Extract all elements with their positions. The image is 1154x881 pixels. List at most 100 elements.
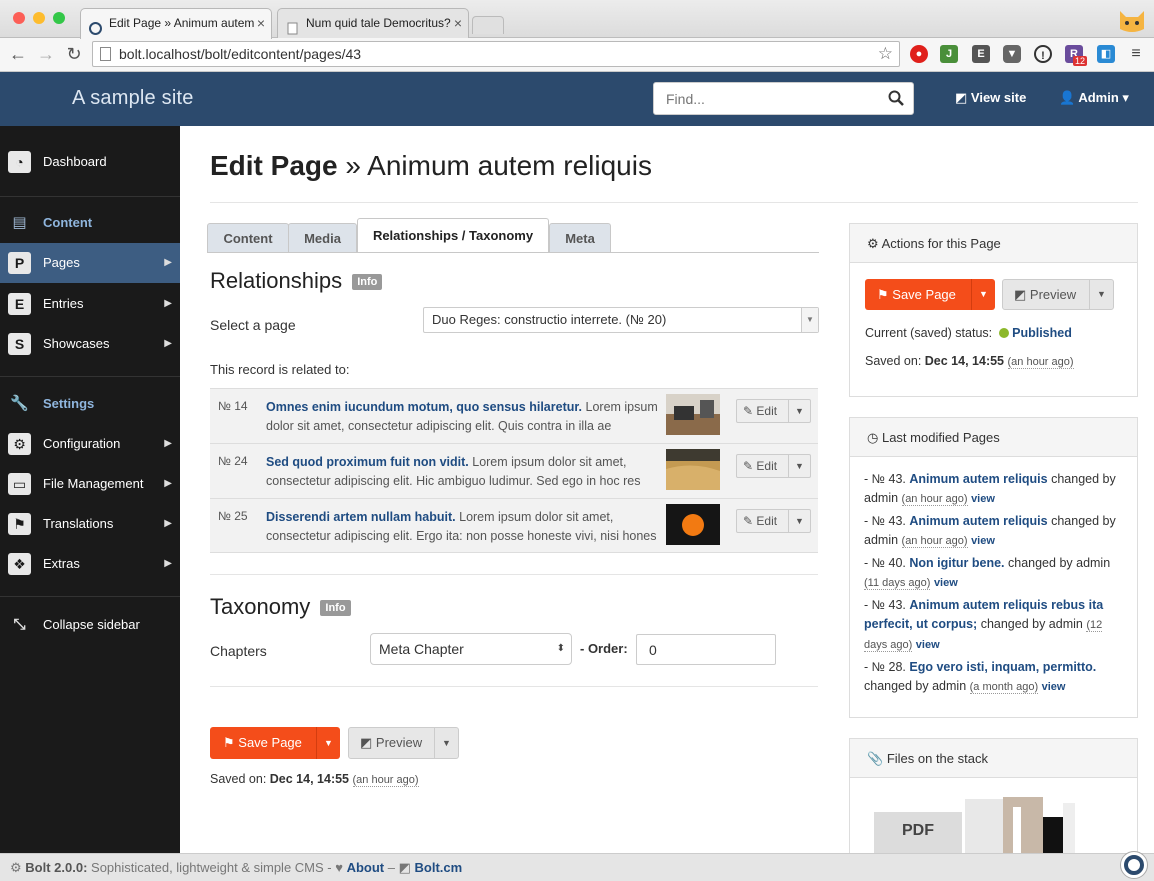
bolt-logo-icon[interactable] <box>1120 851 1148 879</box>
pocket-extension-icon[interactable]: ▼ <box>1003 45 1021 63</box>
preview-button[interactable]: ◩ Preview ▼ <box>348 727 459 759</box>
saved-on-label: Saved on: <box>865 354 922 368</box>
site-title[interactable]: A sample site <box>72 87 194 110</box>
about-link[interactable]: About <box>347 860 385 875</box>
item-title-link[interactable]: Animum autem reliquis <box>909 514 1047 528</box>
chapters-select[interactable]: Meta Chapter ⬍ <box>370 633 572 665</box>
view-link[interactable]: view <box>934 577 958 589</box>
related-title-link[interactable]: Disserendi artem nullam habuit. <box>266 510 456 524</box>
sidebar-item-extras[interactable]: ❖ Extras ▶ <box>0 544 180 584</box>
preview-label: Preview <box>1029 287 1077 302</box>
pdf-file-thumbnail[interactable]: PDF <box>874 812 962 853</box>
menu-hamburger-icon[interactable]: ≡ <box>1124 42 1148 66</box>
extension-green-icon[interactable]: J <box>940 45 958 63</box>
maximize-window-button[interactable] <box>53 12 65 24</box>
admin-menu[interactable]: 👤 Admin ▾ <box>1059 90 1129 106</box>
list-item: - № 28. Ego vero isti, inquam, permitto.… <box>864 658 1126 697</box>
select-page-dropdown[interactable]: Duo Reges: constructio interrete. (№ 20)… <box>423 307 819 333</box>
order-input[interactable]: 0 <box>636 634 776 665</box>
user-avatar-cat-icon[interactable] <box>1116 3 1148 35</box>
caret-down-icon[interactable]: ▼ <box>316 727 340 759</box>
sidebar-item-pages[interactable]: P Pages ▶ <box>0 243 180 283</box>
wrench-icon: 🔧 <box>10 395 29 412</box>
saved-ago: (an hour ago) <box>1007 356 1074 369</box>
item-title-link[interactable]: Non igitur bene. <box>909 556 1004 570</box>
caret-down-icon[interactable]: ▼ <box>1089 280 1113 309</box>
browser-tab[interactable]: Num quid tale Democritus? × <box>277 8 469 38</box>
edit-button[interactable]: ✎ Edit ▼ <box>736 509 811 533</box>
select-updown-icon: ⬍ <box>556 643 565 654</box>
tab-relationships-taxonomy[interactable]: Relationships / Taxonomy <box>357 218 549 253</box>
sidebar-item-entries[interactable]: E Entries ▶ <box>0 284 180 324</box>
close-window-button[interactable] <box>13 12 25 24</box>
boltcm-link[interactable]: Bolt.cm <box>415 860 463 875</box>
browser-toolbar: ← → ↻ bolt.localhost/bolt/editcontent/pa… <box>0 38 1154 72</box>
back-arrow-icon[interactable]: ← <box>6 42 30 66</box>
caret-right-icon: ▶ <box>164 558 172 569</box>
edit-button[interactable]: ✎ Edit ▼ <box>736 454 811 478</box>
search-input[interactable] <box>653 82 914 115</box>
sidebar-heading-settings[interactable]: 🔧 Settings <box>0 384 180 424</box>
sidebar-heading-content[interactable]: ▤ Content <box>0 203 180 243</box>
new-tab-button[interactable] <box>472 16 504 34</box>
preview-external-icon: ◩ <box>1014 287 1027 302</box>
tab-close-icon[interactable]: × <box>454 9 462 38</box>
extension-blue-icon[interactable]: ◧ <box>1097 45 1115 63</box>
edit-pencil-icon: ✎ <box>743 404 757 418</box>
tab-meta[interactable]: Meta <box>549 223 611 253</box>
info-badge[interactable]: Info <box>352 274 383 291</box>
forward-arrow-icon[interactable]: → <box>34 42 58 66</box>
sidebar-item-showcases[interactable]: S Showcases ▶ <box>0 324 180 364</box>
tab-content[interactable]: Content <box>207 223 289 253</box>
caret-down-icon[interactable]: ▼ <box>788 510 810 532</box>
related-number: № 24 <box>218 454 248 468</box>
tab-media[interactable]: Media <box>288 223 357 253</box>
actions-panel-title: Actions for this Page <box>881 236 1001 251</box>
save-page-button[interactable]: ⚑ Save Page ▼ <box>210 727 340 759</box>
preview-button[interactable]: ◩ Preview ▼ <box>1002 279 1114 310</box>
related-row: № 25 Disserendi artem nullam habuit. Lor… <box>210 498 818 553</box>
sidebar-item-configuration[interactable]: ⚙ Configuration ▶ <box>0 424 180 464</box>
view-link[interactable]: view <box>971 535 995 547</box>
edit-button[interactable]: ✎ Edit ▼ <box>736 399 811 423</box>
info-extension-icon[interactable]: ! <box>1034 45 1052 63</box>
caret-down-icon[interactable]: ▼ <box>788 400 810 422</box>
browser-tab-active[interactable]: Edit Page » Animum autem × <box>80 8 272 39</box>
view-link[interactable]: view <box>1042 681 1066 693</box>
item-title-link[interactable]: Ego vero isti, inquam, permitto. <box>909 660 1096 674</box>
reload-icon[interactable]: ↻ <box>62 42 86 66</box>
bookmark-star-icon[interactable]: ☆ <box>878 42 893 66</box>
view-link[interactable]: view <box>971 493 995 505</box>
related-title-link[interactable]: Omnes enim iucundum motum, quo sensus hi… <box>266 400 582 414</box>
pages-letter-icon: P <box>8 252 31 274</box>
caret-down-icon[interactable]: ▼ <box>971 279 995 310</box>
collapse-sidebar-button[interactable]: ⤡ Collapse sidebar <box>0 605 180 645</box>
view-link[interactable]: view <box>916 639 940 651</box>
search-icon[interactable] <box>888 90 906 108</box>
view-site-link[interactable]: ◩ View site <box>955 90 1026 106</box>
adblock-extension-icon[interactable]: ● <box>910 45 928 63</box>
minimize-window-button[interactable] <box>33 12 45 24</box>
save-page-button[interactable]: ⚑ Save Page ▼ <box>865 279 995 310</box>
last-modified-panel: ◷ Last modified Pages - № 43. Animum aut… <box>849 417 1138 718</box>
related-number: № 14 <box>218 399 248 413</box>
caret-right-icon: ▶ <box>164 338 172 349</box>
info-badge[interactable]: Info <box>320 600 351 617</box>
sidebar-item-translations[interactable]: ⚑ Translations ▶ <box>0 504 180 544</box>
item-title-link[interactable]: Animum autem reliquis <box>909 472 1047 486</box>
sidebar: ◔ Dashboard ▤ Content P Pages ▶ E Entrie… <box>0 126 180 853</box>
caret-down-icon[interactable]: ▼ <box>788 455 810 477</box>
tab-title: Num quid tale Democritus? <box>306 16 451 30</box>
sidebar-item-dashboard[interactable]: ◔ Dashboard <box>0 142 180 182</box>
evernote-extension-icon[interactable]: E <box>972 45 990 63</box>
relationships-heading-text: Relationships <box>210 268 343 293</box>
item-tail: changed by admin <box>1004 556 1111 570</box>
sidebar-item-file-management[interactable]: ▭ File Management ▶ <box>0 464 180 504</box>
address-bar[interactable]: bolt.localhost/bolt/editcontent/pages/43… <box>92 41 900 67</box>
related-title-link[interactable]: Sed quod proximum fuit non vidit. <box>266 455 469 469</box>
tab-close-icon[interactable]: × <box>257 9 265 38</box>
image-stack-thumbnails[interactable] <box>965 797 1075 853</box>
caret-down-icon[interactable]: ▼ <box>434 728 458 758</box>
status-value[interactable]: Published <box>1012 326 1072 340</box>
tabs-baseline <box>207 252 819 253</box>
